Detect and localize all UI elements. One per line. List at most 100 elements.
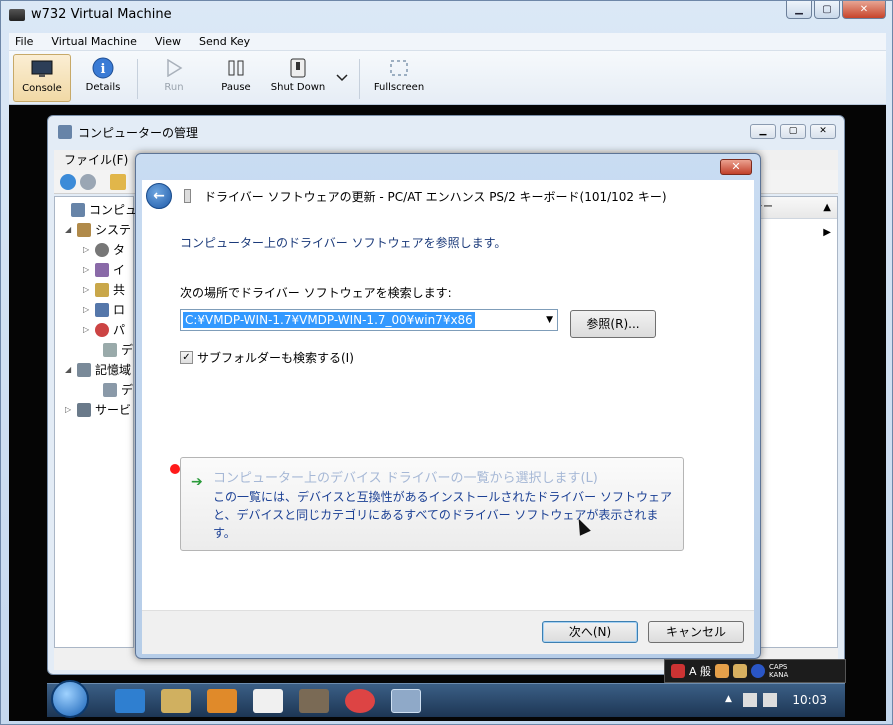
back-arrow-icon: ← bbox=[153, 188, 165, 204]
host-toolbar: Console i Details Run Pause Shut Down Fu… bbox=[9, 51, 886, 105]
vm-host-window: w732 Virtual Machine ▁ ▢ ✕ File Virtual … bbox=[0, 0, 893, 725]
shared-folder-icon bbox=[95, 282, 109, 297]
notepad-icon[interactable] bbox=[253, 689, 283, 713]
computer-icon bbox=[71, 202, 85, 217]
system-tray: ▲ 10:03 bbox=[705, 684, 845, 718]
device-icon bbox=[184, 189, 191, 203]
pause-button[interactable]: Pause bbox=[209, 54, 263, 102]
tree-item[interactable]: ◢ 記憶域 bbox=[65, 361, 131, 378]
pick-from-list-option[interactable]: ➔ コンピューター上のデバイス ドライバーの一覧から選択します(L) この一覧に… bbox=[180, 457, 684, 551]
fullscreen-button[interactable]: Fullscreen bbox=[371, 54, 427, 102]
path-input-value[interactable]: C:¥VMDP-WIN-1.7¥VMDP-WIN-1.7_00¥win7¥x86 bbox=[183, 312, 475, 328]
console-label: Console bbox=[22, 83, 62, 94]
tree-item[interactable]: ▷ パ bbox=[83, 321, 125, 338]
ime-pad-icon[interactable] bbox=[715, 664, 730, 678]
details-label: Details bbox=[85, 82, 121, 93]
shutdown-label: Shut Down bbox=[270, 82, 326, 93]
cm-minimize-button[interactable]: ▁ bbox=[750, 124, 776, 139]
tree-item[interactable]: ▷ サービ bbox=[65, 401, 131, 418]
next-button[interactable]: 次へ(N) bbox=[542, 621, 638, 643]
tree-item[interactable]: ▷ ロ bbox=[83, 301, 125, 318]
close-button[interactable]: ✕ bbox=[842, 1, 886, 19]
run-button[interactable]: Run bbox=[149, 54, 199, 102]
chrome-icon[interactable] bbox=[345, 689, 375, 713]
explorer-icon[interactable] bbox=[161, 689, 191, 713]
pick-option-description: この一覧には、デバイスと互換性があるインストールされたドライバー ソフトウェアと… bbox=[213, 490, 672, 540]
cm-window-controls: ▁ ▢ ✕ bbox=[750, 124, 836, 139]
menu-file[interactable]: File bbox=[15, 35, 33, 48]
subfolder-checkbox-row[interactable]: ✓ サブフォルダーも検索する(I) bbox=[180, 349, 354, 366]
guest-screen[interactable]: コンピューターの管理 ▁ ▢ ✕ ファイル(F) コンピュー ◢ システ ▷ タ ▷… bbox=[9, 105, 886, 721]
host-title-bar: w732 Virtual Machine ▁ ▢ ✕ bbox=[1, 1, 892, 31]
dialog-footer: 次へ(N) キャンセル bbox=[142, 610, 754, 654]
collapse-up-icon[interactable]: ▲ bbox=[823, 197, 831, 219]
shutdown-menu-button[interactable] bbox=[331, 54, 351, 102]
start-button[interactable] bbox=[51, 680, 89, 718]
toolbar-separator bbox=[137, 59, 138, 99]
dialog-title: ドライバー ソフトウェアの更新 - PC/AT エンハンス PS/2 キーボード… bbox=[204, 190, 667, 204]
clock-icon bbox=[95, 242, 109, 257]
path-combobox[interactable]: C:¥VMDP-WIN-1.7¥VMDP-WIN-1.7_00¥win7¥x86… bbox=[180, 309, 558, 331]
minimize-button[interactable]: ▁ bbox=[786, 1, 812, 19]
input-mode-label[interactable]: A 般 bbox=[689, 663, 711, 679]
console-button[interactable]: Console bbox=[13, 54, 71, 102]
subfolder-checkbox[interactable]: ✓ bbox=[180, 351, 193, 364]
cm-menu-file[interactable]: ファイル(F) bbox=[64, 153, 128, 167]
search-location-label: 次の場所でドライバー ソフトウェアを検索します: bbox=[180, 286, 452, 300]
dictionary-icon[interactable] bbox=[733, 664, 748, 678]
storage-icon bbox=[77, 362, 91, 377]
tree-item[interactable]: ◢ システ bbox=[65, 221, 131, 238]
back-arrow-icon[interactable] bbox=[60, 174, 76, 190]
dropdown-arrow-icon[interactable]: ▼ bbox=[546, 315, 553, 325]
gimp-icon[interactable] bbox=[299, 689, 329, 713]
details-button[interactable]: i Details bbox=[75, 54, 131, 102]
clock[interactable]: 10:03 bbox=[792, 693, 827, 707]
svg-text:i: i bbox=[101, 62, 106, 77]
update-driver-dialog: ✕ ← ドライバー ソフトウェアの更新 - PC/AT エンハンス PS/2 キ… bbox=[135, 153, 761, 659]
help-icon[interactable] bbox=[751, 664, 766, 678]
host-window-title: w732 Virtual Machine bbox=[31, 7, 172, 22]
back-button[interactable]: ← bbox=[146, 183, 172, 209]
cm-maximize-button[interactable]: ▢ bbox=[780, 124, 806, 139]
tree-item[interactable]: ▷ イ bbox=[83, 261, 125, 278]
menu-view[interactable]: View bbox=[155, 35, 181, 48]
tree-item[interactable]: ▷ 共 bbox=[83, 281, 125, 298]
folder-up-icon[interactable] bbox=[110, 174, 126, 190]
fullscreen-label: Fullscreen bbox=[373, 82, 425, 93]
red-dot-marker bbox=[170, 464, 180, 474]
pick-option-title: コンピューター上のデバイス ドライバーの一覧から選択します(L) bbox=[213, 471, 598, 486]
shutdown-button[interactable]: Shut Down bbox=[267, 54, 329, 102]
cancel-button[interactable]: キャンセル bbox=[648, 621, 744, 643]
computer-management-task-icon[interactable] bbox=[391, 689, 421, 713]
media-player-icon[interactable] bbox=[207, 689, 237, 713]
cm-close-button[interactable]: ✕ bbox=[810, 124, 836, 139]
volume-muted-icon[interactable] bbox=[763, 693, 777, 707]
dialog-close-button[interactable]: ✕ bbox=[720, 159, 752, 175]
show-hidden-icons-icon[interactable]: ▲ bbox=[725, 694, 732, 704]
subfolder-checkbox-label: サブフォルダーも検索する(I) bbox=[197, 351, 354, 365]
ime-icon[interactable] bbox=[671, 664, 685, 678]
ie-icon[interactable] bbox=[115, 689, 145, 713]
actions-header: ャー ▲ bbox=[749, 197, 837, 219]
pause-label: Pause bbox=[221, 82, 251, 93]
maximize-button[interactable]: ▢ bbox=[814, 1, 840, 19]
intro-text: コンピューター上のドライバー ソフトウェアを参照します。 bbox=[180, 236, 507, 250]
tree-item[interactable]: ▷ タ bbox=[83, 241, 125, 258]
tree-item[interactable]: デ bbox=[91, 341, 133, 358]
more-arrow-icon[interactable]: ▶ bbox=[823, 227, 831, 238]
menu-virtual-machine[interactable]: Virtual Machine bbox=[51, 35, 137, 48]
browse-button[interactable]: 参照(R)... bbox=[570, 310, 656, 338]
taskbar: ▲ 10:03 bbox=[47, 680, 845, 718]
network-icon[interactable] bbox=[743, 693, 757, 707]
device-manager-icon bbox=[103, 342, 117, 357]
event-viewer-icon bbox=[95, 262, 109, 277]
play-icon bbox=[163, 58, 185, 78]
green-arrow-icon: ➔ bbox=[191, 474, 203, 490]
language-bar: A 般 CAPS KANA bbox=[664, 659, 846, 683]
menu-send-key[interactable]: Send Key bbox=[199, 35, 250, 48]
forward-arrow-icon[interactable] bbox=[80, 174, 96, 190]
tree-item[interactable]: デ bbox=[91, 381, 133, 398]
disk-icon bbox=[103, 382, 117, 397]
host-menubar: File Virtual Machine View Send Key bbox=[9, 33, 886, 51]
pause-icon bbox=[225, 58, 247, 78]
